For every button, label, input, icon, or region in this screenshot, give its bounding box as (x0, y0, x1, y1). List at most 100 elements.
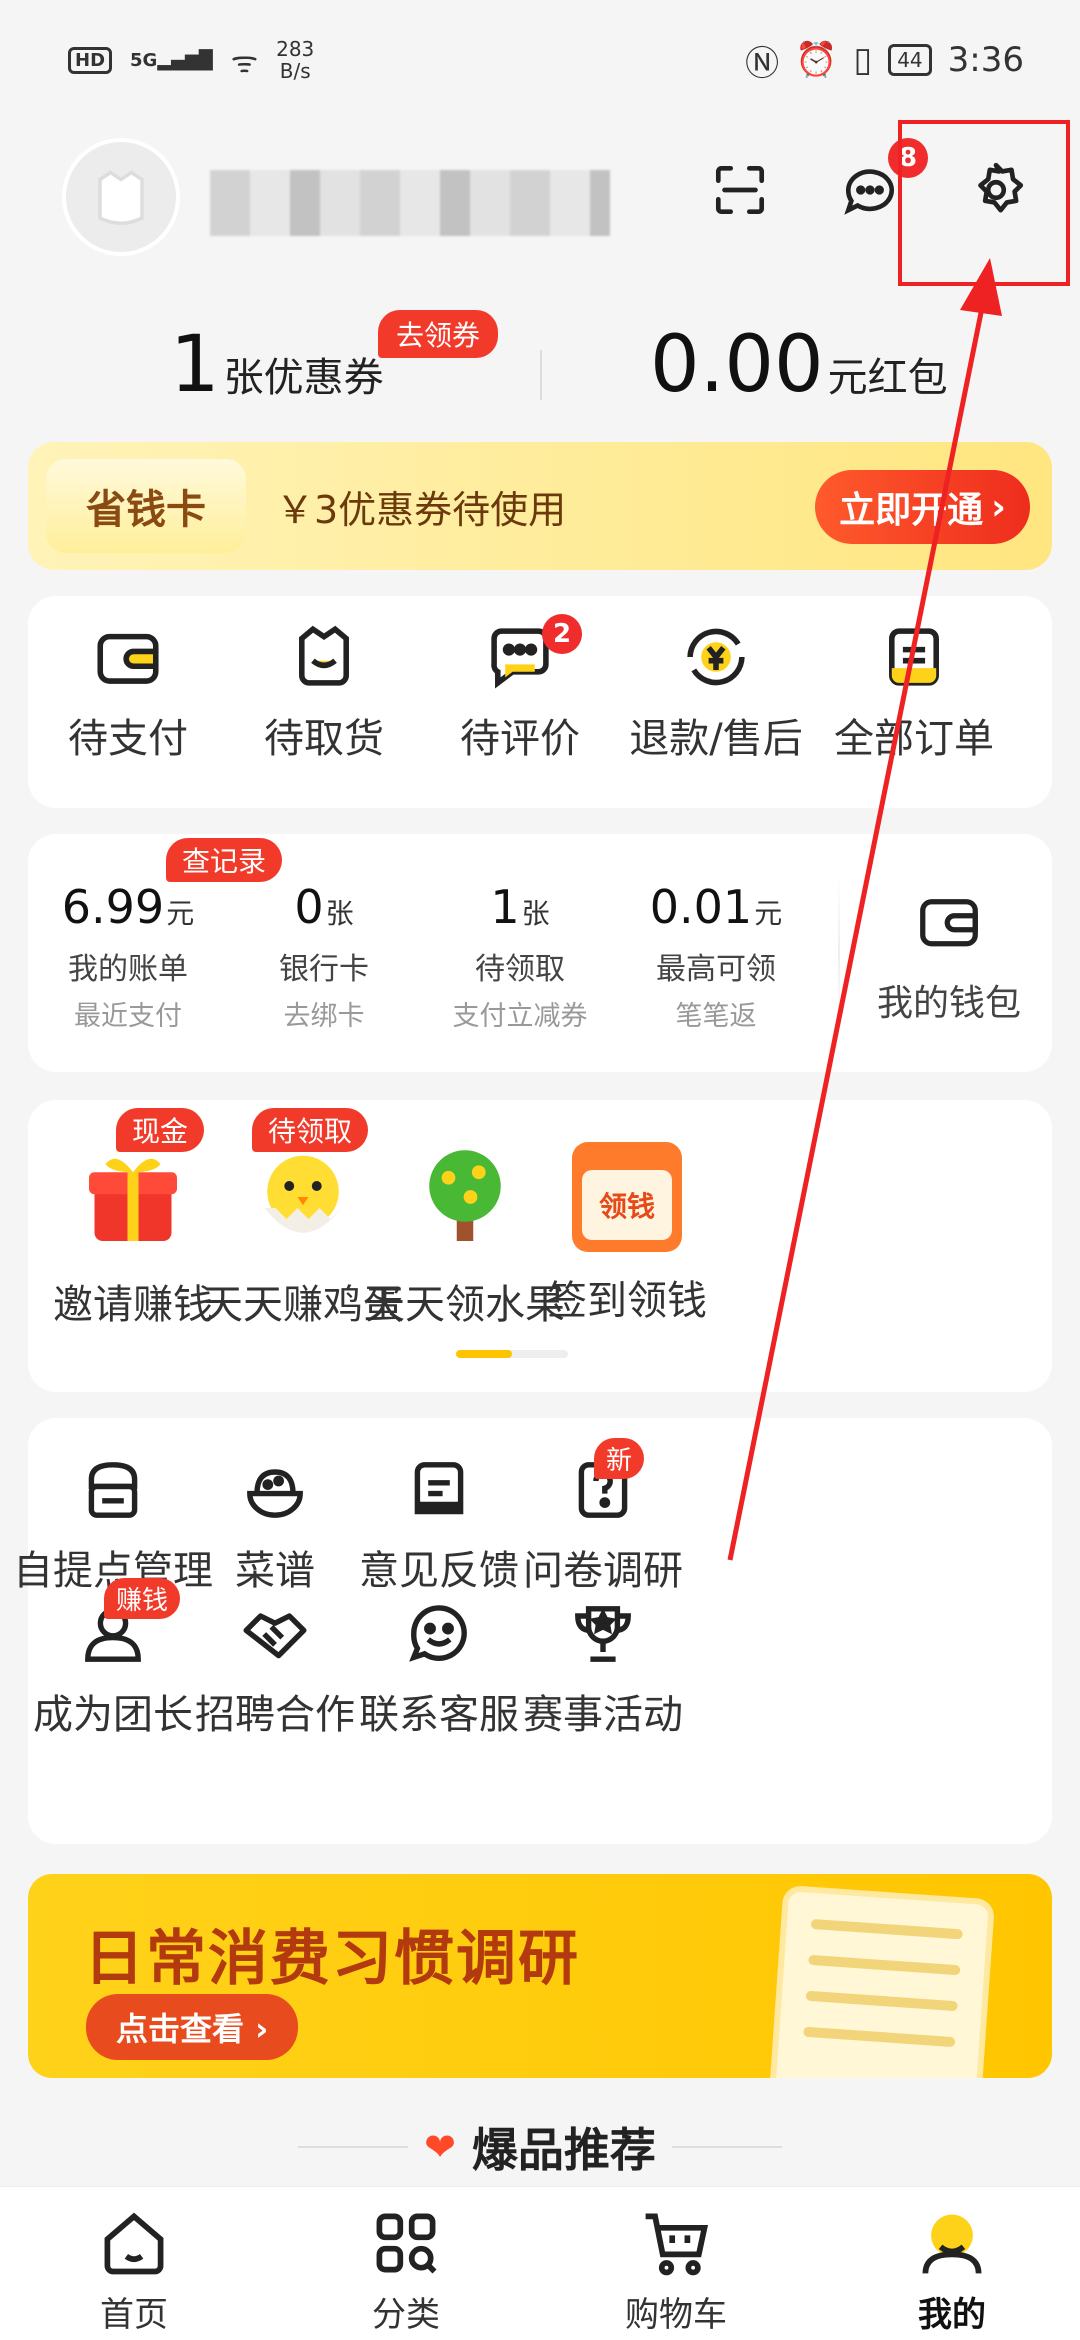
wallet-bank-card[interactable]: 0张 银行卡 去绑卡 (224, 880, 424, 1033)
promo-checkin[interactable]: 领钱 签到领钱 (502, 1142, 752, 1326)
order-list-icon (889, 628, 939, 686)
scan-icon (715, 165, 765, 215)
promo-label: 签到领钱 (547, 1278, 707, 1324)
bankcard-unit: 张 (325, 897, 354, 930)
battery-indicator: 44 (888, 44, 932, 76)
bill-label: 我的账单 (68, 952, 188, 987)
handshake-icon (243, 1613, 307, 1659)
wallet-icon (97, 633, 159, 684)
saving-card-banner[interactable]: 省钱卡 ￥3优惠券待使用 立即开通 › (28, 442, 1052, 570)
wallet-bill[interactable]: 6.99元 我的账单 最近支付 (28, 880, 228, 1033)
tab-cart[interactable]: 购物车 (586, 2205, 766, 2336)
order-pending-review[interactable]: 2 待评价 (424, 614, 616, 764)
saving-card-text: ￥3优惠券待使用 (276, 487, 567, 532)
avatar[interactable] (62, 138, 180, 256)
cart-icon (645, 2213, 709, 2276)
home-icon (104, 2212, 164, 2275)
status-bar: HD 5G▂▄▆█ ᯤ 283 B/s Ⓝ ⏰ ▯ 44 3:36 (0, 0, 1080, 120)
tab-home[interactable]: 首页 (44, 2205, 224, 2336)
view-records-tag[interactable]: 查记录 (166, 838, 283, 882)
review-badge: 2 (542, 614, 582, 654)
claim-sub: 支付立减券 (452, 1001, 588, 1032)
heart-icon: ❤ (424, 2125, 456, 2169)
bankcard-value: 0 (294, 880, 324, 934)
tool-label: 问卷调研 (523, 1548, 683, 1594)
avatar-placeholder-icon (98, 170, 144, 225)
bill-sub: 最近支付 (74, 1001, 182, 1032)
chevron-right-icon: › (991, 486, 1006, 528)
divider-line (671, 2146, 782, 2148)
order-label: 待支付 (68, 716, 188, 762)
claim-unit: 张 (521, 897, 550, 930)
cashback-value: 0.01 (649, 880, 753, 934)
my-wallet-button[interactable]: 我的钱包 (854, 886, 1044, 1026)
bag-icon (299, 625, 349, 686)
order-refund[interactable]: 退款/售后 (620, 620, 812, 764)
coupon-count-link[interactable]: 1 张优惠券 (170, 320, 384, 410)
claim-label: 待领取 (475, 952, 565, 987)
wallet-pending-claim[interactable]: 1张 待领取 支付立减券 (420, 880, 620, 1033)
tab-label: 我的 (918, 2295, 986, 2335)
tab-category[interactable]: 分类 (316, 2205, 496, 2336)
order-pending-payment[interactable]: 待支付 (32, 620, 224, 764)
my-wallet-label: 我的钱包 (876, 983, 1021, 1024)
promo-scroll-indicator (456, 1350, 568, 1358)
vibrate-icon: ▯ (853, 40, 873, 80)
order-label: 全部订单 (834, 716, 994, 762)
order-label: 退款/售后 (629, 716, 803, 762)
get-coupon-tag[interactable]: 去领券 (378, 310, 499, 358)
bankcard-label: 银行卡 (279, 952, 369, 987)
tab-label: 分类 (372, 2295, 440, 2335)
wifi-icon: ᯤ (230, 44, 259, 80)
hd-indicator: HD (68, 46, 113, 74)
category-icon (376, 2213, 437, 2274)
divider-line (298, 2146, 409, 2148)
tool-competitions[interactable]: 赛事活动 (478, 1598, 728, 1740)
bottom-tabbar: 首页 分类 购物车 我的 (0, 2186, 1080, 2340)
tab-label: 购物车 (625, 2295, 727, 2335)
cashback-unit: 元 (754, 897, 783, 930)
annotation-highlight-box (898, 120, 1070, 286)
rice-bowl-icon (247, 1469, 303, 1518)
view-now-button[interactable]: 点击查看 › (86, 1994, 299, 2060)
feedback-icon (414, 1462, 464, 1515)
nfc-icon: Ⓝ (745, 43, 780, 84)
view-now-label: 点击查看 (116, 2010, 245, 2048)
order-pending-pickup[interactable]: 待取货 (228, 620, 420, 764)
coupon-summary: 1 张优惠券 去领券 0.00 元红包 (0, 310, 1080, 420)
cashback-sub: 笔笔返 (675, 1001, 757, 1032)
coupon-label: 张优惠券 (223, 355, 384, 401)
signal-icon: 5G▂▄▆█ (130, 49, 213, 71)
tab-mine[interactable]: 我的 (862, 2205, 1042, 2336)
service-smile-icon (409, 1605, 467, 1662)
wallet-card: 6.99元 我的账单 最近支付 查记录 0张 银行卡 去绑卡 1张 待领取 支付… (28, 834, 1052, 1072)
cashback-label: 最高可领 (656, 952, 776, 987)
refund-icon (687, 628, 745, 686)
tool-label: 赛事活动 (523, 1692, 683, 1738)
scan-button[interactable] (700, 150, 780, 230)
order-all[interactable]: 全部订单 (818, 620, 1010, 764)
hot-recommend-title: 爆品推荐 (471, 2123, 656, 2177)
wallet-icon (920, 899, 978, 947)
calendar-coin-text: 领钱 (582, 1170, 672, 1240)
order-label: 待取货 (264, 716, 384, 762)
redpacket-amount: 0.00 (650, 320, 824, 410)
username-blurred (210, 170, 610, 236)
banner-title: 日常消费习惯调研 (84, 1924, 580, 1994)
tab-label: 首页 (100, 2295, 168, 2335)
saving-card-tag: 省钱卡 (46, 459, 246, 553)
wallet-max-cashback[interactable]: 0.01元 最高可领 笔笔返 (616, 880, 816, 1033)
claim-value: 1 (490, 880, 520, 934)
open-now-button[interactable]: 立即开通 › (815, 470, 1030, 544)
profile-icon (922, 2214, 982, 2274)
new-tag: 新 (594, 1438, 645, 1479)
calendar-coin-icon: 领钱 (572, 1142, 682, 1252)
alarm-icon: ⏰ (795, 40, 838, 80)
hot-recommend-header: ❤ 爆品推荐 (0, 2112, 1080, 2182)
network-speed: 283 B/s (276, 37, 315, 83)
redpacket-link[interactable]: 0.00 元红包 (650, 320, 948, 410)
gift-box-icon (89, 1158, 177, 1241)
summary-divider (540, 350, 542, 400)
redpacket-label: 元红包 (827, 355, 948, 401)
survey-banner[interactable]: 日常消费习惯调研 点击查看 › (28, 1874, 1052, 2078)
